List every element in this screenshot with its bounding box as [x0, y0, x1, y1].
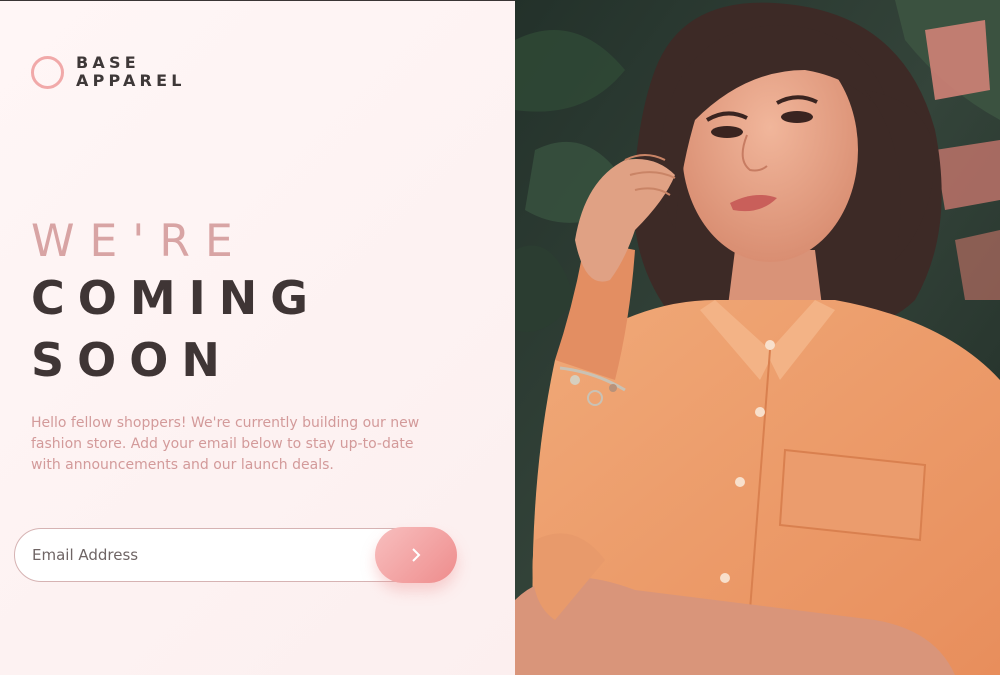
- chevron-right-icon: [412, 548, 421, 562]
- headline-line-soon: SOON: [31, 333, 233, 387]
- intro-description: Hello fellow shoppers! We're currently b…: [31, 415, 420, 473]
- hero-photo-illustration: [515, 0, 1000, 675]
- headline-line-were: WE'RE: [31, 215, 248, 268]
- brand-logo[interactable]: BASE APPAREL: [31, 54, 186, 90]
- ring-icon: [31, 55, 64, 89]
- submit-button[interactable]: [375, 527, 457, 583]
- brand-line-apparel: APPAREL: [76, 71, 186, 90]
- page-title: WE'RE COMING SOON: [31, 215, 321, 391]
- brand-name: BASE APPAREL: [76, 54, 186, 90]
- headline-line-coming: COMING: [31, 271, 322, 325]
- content-panel: BASE APPAREL WE'RE COMING SOON Hello fel…: [0, 0, 515, 675]
- email-signup-form: [14, 527, 457, 583]
- brand-line-base: BASE: [76, 53, 140, 72]
- hero-photo: [515, 0, 1000, 675]
